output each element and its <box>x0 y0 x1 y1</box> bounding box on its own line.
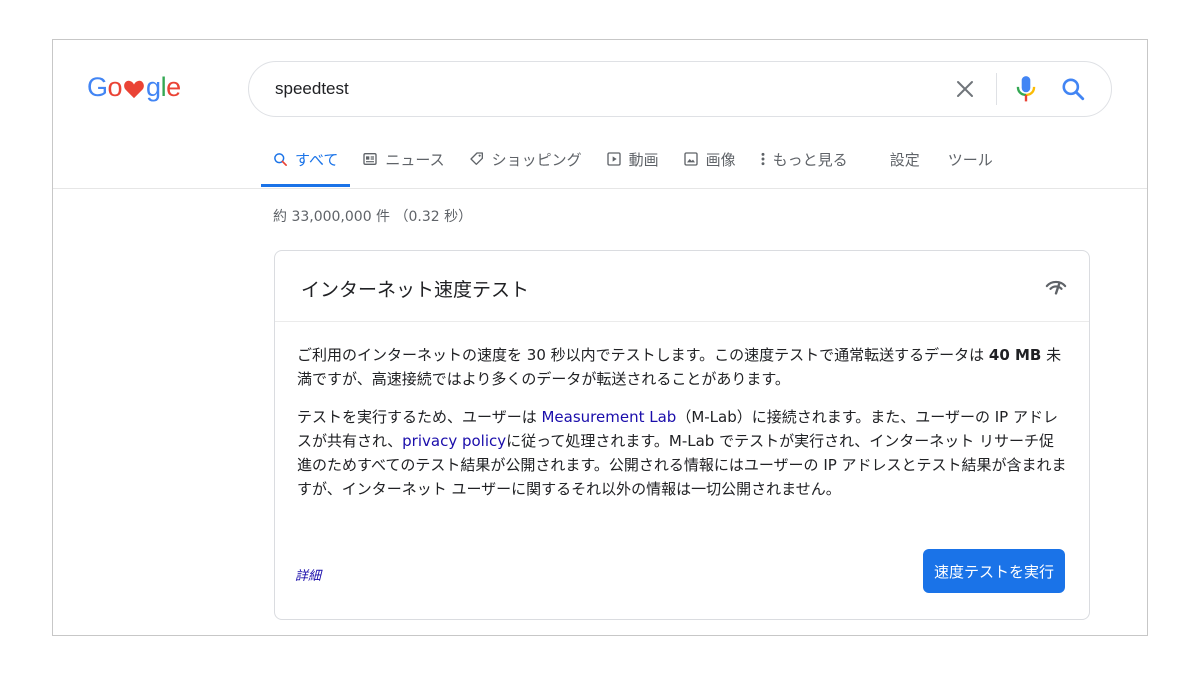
play-icon <box>606 152 621 166</box>
tools-label: ツール <box>947 150 993 169</box>
close-icon[interactable] <box>953 77 977 101</box>
card-title: インターネット速度テスト <box>301 279 530 301</box>
tag-icon <box>469 152 483 165</box>
browser-viewport: Gogle すべて ニュース ショッピング <box>52 39 1148 636</box>
heart-icon <box>124 80 144 99</box>
details-link[interactable]: 詳細 <box>295 565 321 584</box>
run-speed-test-button[interactable]: 速度テストを実行 <box>922 549 1065 593</box>
news-icon <box>363 153 378 165</box>
tab-shopping-label: ショッピング <box>491 150 582 169</box>
logo-letter-g2: g <box>146 72 161 102</box>
settings-link[interactable]: 設定 <box>878 142 932 176</box>
search-box <box>248 61 1112 117</box>
tab-shopping[interactable]: ショッピング <box>457 142 594 176</box>
search-divider <box>996 73 997 105</box>
tab-videos[interactable]: 動画 <box>594 142 671 176</box>
p2-text-a: テストを実行するため、ユーザーは <box>297 408 542 426</box>
logo-letter-o: o <box>107 72 123 102</box>
search-tabs: すべて ニュース ショッピング 動画 画像 もっと見る 設定 ツール <box>261 142 1005 188</box>
google-logo[interactable]: Gogle <box>87 70 181 104</box>
measurement-lab-link[interactable]: Measurement Lab <box>541 408 676 426</box>
logo-letter-e: e <box>166 72 181 102</box>
card-header: インターネット速度テスト <box>275 251 1089 322</box>
tools-link[interactable]: ツール <box>936 142 1005 176</box>
mic-icon[interactable] <box>1013 75 1039 103</box>
p1-data-size: 40 MB <box>988 346 1042 364</box>
tab-more-label: もっと見る <box>772 150 848 169</box>
search-icon <box>274 152 287 166</box>
tab-images[interactable]: 画像 <box>671 142 748 176</box>
tab-all-label: すべて <box>295 150 339 169</box>
p1-text-a: ご利用のインターネットの速度を 30 秒以内でテストします。この速度テストで通常… <box>297 346 989 364</box>
speedometer-icon <box>1045 280 1067 295</box>
more-vert-icon <box>761 152 765 166</box>
search-icon[interactable] <box>1060 76 1086 102</box>
tabs-divider <box>53 188 1147 189</box>
tab-images-label: 画像 <box>705 150 736 169</box>
description-paragraph-1: ご利用のインターネットの速度を 30 秒以内でテストします。この速度テストで通常… <box>297 343 1067 391</box>
card-description: ご利用のインターネットの速度を 30 秒以内でテストします。この速度テストで通常… <box>297 343 1067 515</box>
description-paragraph-2: テストを実行するため、ユーザーは Measurement Lab（M-Lab）に… <box>297 405 1067 501</box>
logo-letter-g: G <box>87 72 108 102</box>
tab-all[interactable]: すべて <box>261 142 351 187</box>
settings-label: 設定 <box>889 150 920 169</box>
tab-news[interactable]: ニュース <box>350 142 456 176</box>
search-input[interactable] <box>275 62 915 116</box>
result-stats: 約 33,000,000 件 （0.32 秒） <box>273 209 473 225</box>
tab-videos-label: 動画 <box>628 150 659 169</box>
privacy-policy-link[interactable]: privacy policy <box>402 432 506 450</box>
tab-news-label: ニュース <box>385 150 445 169</box>
speedtest-card: インターネット速度テスト ご利用のインターネットの速度を 30 秒以内でテストし… <box>274 250 1090 620</box>
image-icon <box>683 152 698 166</box>
tab-more[interactable]: もっと見る <box>748 142 860 176</box>
